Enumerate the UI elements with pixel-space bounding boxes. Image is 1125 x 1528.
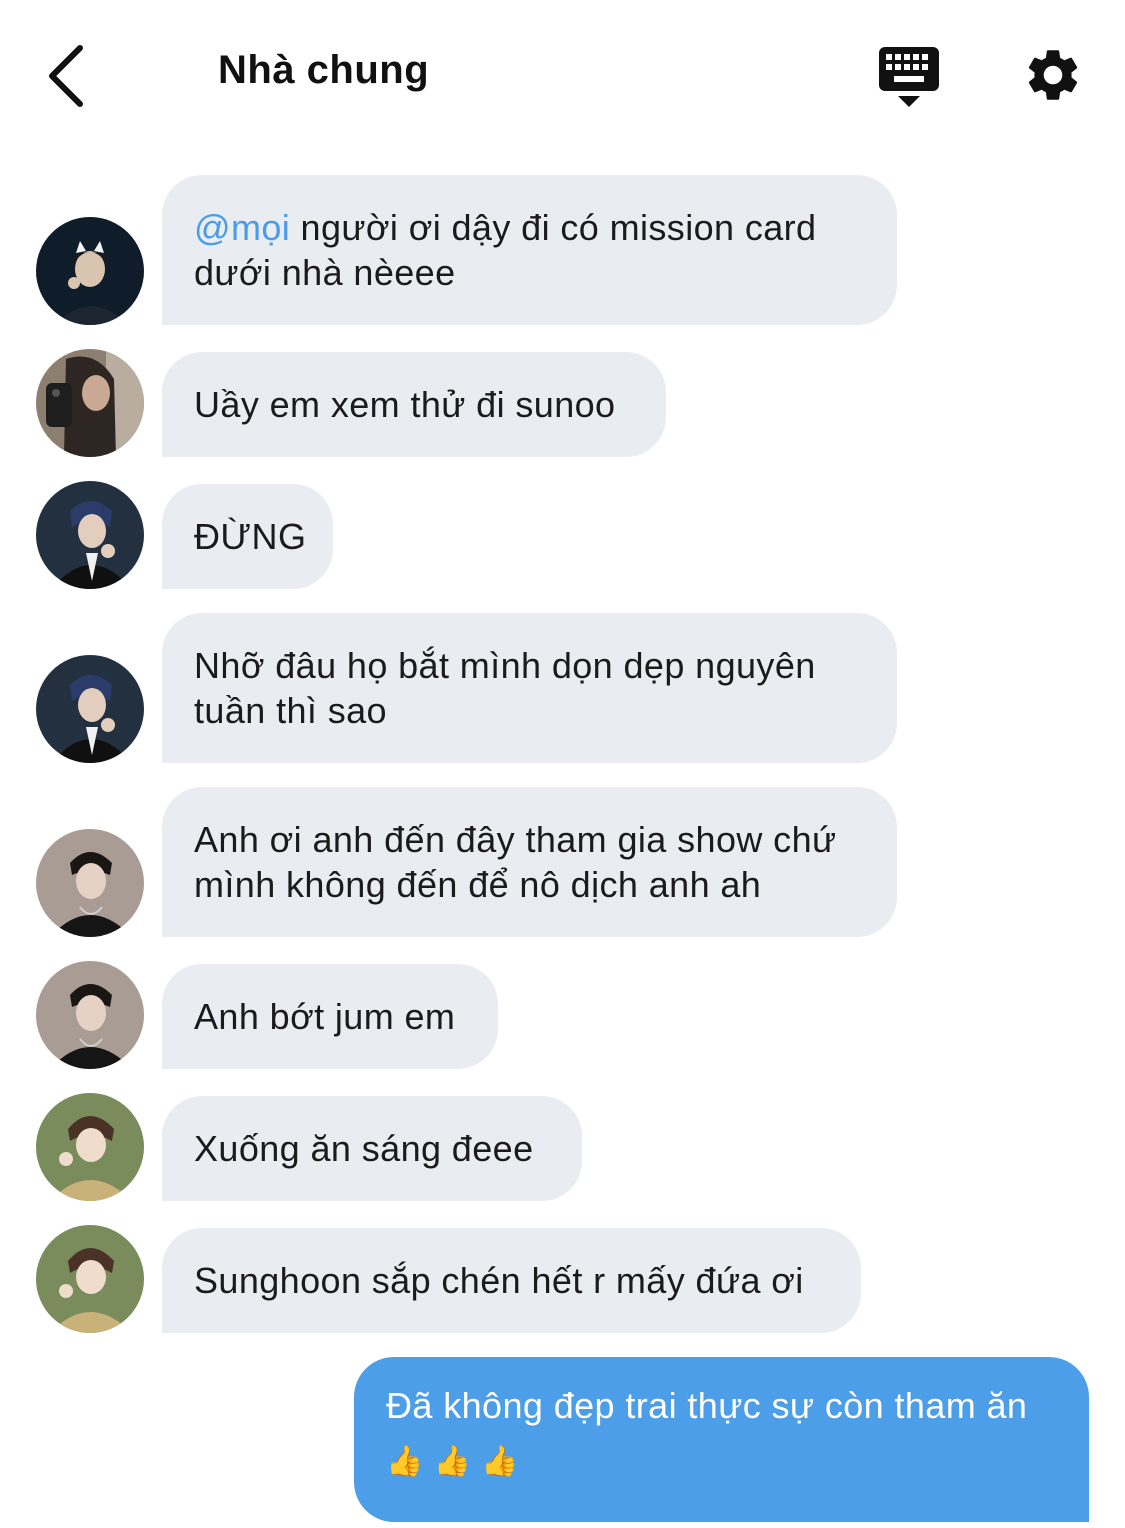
message-bubble[interactable]: Xuống ăn sáng đeee — [162, 1096, 582, 1201]
avatar[interactable] — [36, 217, 144, 325]
keyboard-toggle-button[interactable] — [876, 44, 942, 110]
avatar[interactable] — [36, 829, 144, 937]
back-button[interactable] — [40, 40, 96, 110]
keyboard-icon — [879, 47, 939, 107]
message-bubble[interactable]: Anh bớt jum em — [162, 964, 498, 1069]
message-text: Uầy em xem thử đi sunoo — [194, 384, 616, 425]
message-text: @mọi người ơi dậy đi có mission card dướ… — [194, 207, 817, 293]
chat-header: Nhà chung — [0, 0, 1125, 150]
message-bubble[interactable]: @mọi người ơi dậy đi có mission card dướ… — [162, 175, 897, 325]
avatar[interactable] — [36, 655, 144, 763]
message-bubble[interactable]: Sunghoon sắp chén hết r mấy đứa ơi — [162, 1228, 861, 1333]
avatar[interactable] — [36, 349, 144, 457]
message-text: Xuống ăn sáng đeee — [194, 1128, 534, 1169]
outgoing-message-bubble[interactable]: Đã không đẹp trai thực sự còn tham ăn 👍 👍… — [354, 1357, 1089, 1522]
avatar[interactable] — [36, 1225, 144, 1333]
message-text: Sunghoon sắp chén hết r mấy đứa ơi — [194, 1260, 804, 1301]
avatar[interactable] — [36, 481, 144, 589]
message-text: Anh ơi anh đến đây tham gia show chứ mìn… — [194, 819, 837, 905]
outgoing-message-text: Đã không đẹp trai thực sự còn tham ăn — [386, 1385, 1028, 1426]
settings-button[interactable] — [1022, 44, 1084, 106]
message-text: ĐỪNG — [194, 516, 307, 557]
avatar[interactable] — [36, 961, 144, 1069]
thumbs-up-emoji: 👍 👍 👍 — [386, 1444, 520, 1479]
chat-title: Nhà chung — [218, 48, 430, 92]
chevron-left-icon — [49, 45, 83, 107]
gear-icon — [1028, 50, 1078, 100]
message-bubble[interactable]: Nhỡ đâu họ bắt mình dọn dẹp nguyên tuần … — [162, 613, 897, 763]
message-bubble[interactable]: Uầy em xem thử đi sunoo — [162, 352, 666, 457]
mention-link[interactable]: @mọi — [194, 207, 290, 248]
message-bubble[interactable]: ĐỪNG — [162, 484, 333, 589]
message-text: Anh bớt jum em — [194, 996, 456, 1037]
avatar[interactable] — [36, 1093, 144, 1201]
message-bubble[interactable]: Anh ơi anh đến đây tham gia show chứ mìn… — [162, 787, 897, 937]
message-text: Nhỡ đâu họ bắt mình dọn dẹp nguyên tuần … — [194, 645, 816, 731]
